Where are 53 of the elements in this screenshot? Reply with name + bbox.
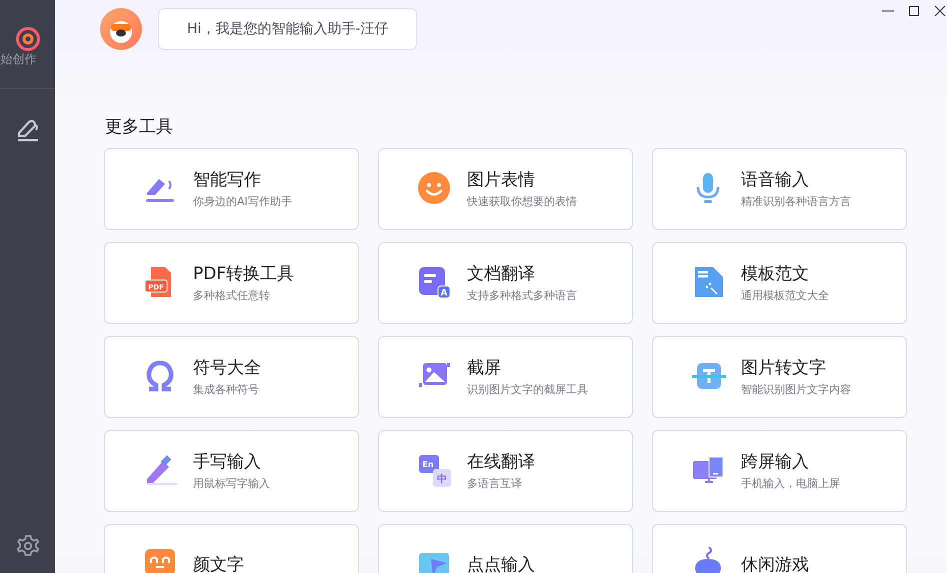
target-icon: [14, 26, 40, 52]
language-label: 中: [437, 474, 447, 485]
tool-description: 集成各种符号: [193, 382, 260, 396]
close-icon[interactable]: [933, 4, 947, 18]
tool-title: 符号大全: [193, 358, 261, 378]
tool-card[interactable]: A 文档翻译 支持多种格式多种语言: [378, 242, 633, 324]
settings-icon[interactable]: [14, 533, 40, 559]
tool-title: 点点输入: [467, 555, 535, 573]
smiley-icon: [417, 171, 453, 207]
tool-description: 手机输入，电脑上屏: [741, 476, 840, 490]
tool-description: 识别图片文字的截屏工具: [467, 382, 588, 396]
tool-card[interactable]: 模板范文 通用模板范文大全: [652, 242, 907, 324]
tool-title: 图片表情: [467, 170, 536, 190]
tool-card[interactable]: En 中 在线翻译 多语言互译: [378, 430, 633, 512]
tool-card[interactable]: 符号大全 集成各种符号: [104, 336, 359, 418]
tool-title: 截屏: [467, 358, 502, 378]
tool-title: 智能写作: [193, 170, 262, 190]
tool-card[interactable]: 图片表情 快速获取你想要的表情: [378, 148, 633, 230]
tool-description: 智能识别图片文字内容: [741, 382, 851, 396]
tool-title: 文档翻译: [467, 264, 536, 284]
mascot-avatar[interactable]: [100, 8, 142, 50]
tool-title: 跨屏输入: [741, 452, 810, 472]
tool-description: 用鼠标写字输入: [193, 476, 270, 490]
tool-description: 精准识别各种语言方言: [741, 194, 851, 208]
tool-description: 多语言互译: [467, 476, 523, 490]
greeting-bubble: Hi，我是您的智能输入助手-汪仔: [158, 8, 418, 50]
language-label: En: [422, 460, 434, 469]
tool-description: 支持多种格式多种语言: [467, 288, 577, 302]
tool-description: 快速获取你想要的表情: [467, 194, 577, 208]
tool-title: 模板范文: [741, 264, 810, 284]
letter-label: A: [440, 288, 448, 298]
tool-card[interactable]: 休闲游戏: [652, 524, 907, 573]
section-title: 更多工具: [105, 116, 174, 138]
tool-title: 在线翻译: [467, 452, 535, 472]
tool-title: 休闲游戏: [741, 555, 809, 573]
tool-title: 语音输入: [741, 170, 810, 190]
tool-title: 颜文字: [193, 555, 244, 573]
tool-card[interactable]: 语音输入 精准识别各种语言方言: [652, 148, 907, 230]
tool-description: 通用模板范文大全: [741, 288, 829, 302]
tool-description: 多种格式任意转: [193, 288, 271, 302]
tool-title: 手写输入: [193, 452, 262, 472]
tool-title: PDF转换工具: [193, 264, 294, 284]
tool-card[interactable]: 图片转文字 智能识别图片文字内容: [652, 336, 907, 418]
tool-card[interactable]: 颜文字: [104, 524, 359, 573]
tool-card[interactable]: 智能写作 你身边的AI写作助手: [104, 148, 359, 230]
maximize-icon[interactable]: [907, 4, 921, 18]
tool-card[interactable]: 手写输入 用鼠标写字输入: [104, 430, 359, 512]
tool-card[interactable]: 点点输入: [378, 524, 633, 573]
tool-card[interactable]: 跨屏输入 手机输入，电脑上屏: [652, 430, 907, 512]
tool-card[interactable]: 截屏 识别图片文字的截屏工具: [378, 336, 633, 418]
tool-title: 图片转文字: [741, 358, 827, 378]
sidebar-item[interactable]: 始创作: [0, 26, 55, 66]
tool-description: 你身边的AI写作助手: [193, 194, 292, 208]
